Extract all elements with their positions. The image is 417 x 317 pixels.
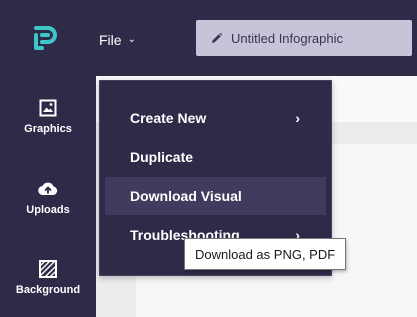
top-bar: File ⌄ Untitled Infographic — [0, 0, 417, 76]
file-menu-button[interactable]: File ⌄ — [99, 29, 136, 51]
sidebar-item-label: Graphics — [24, 122, 72, 135]
sidebar-item-background[interactable]: Background — [0, 247, 96, 307]
file-menu-label: File — [99, 32, 122, 48]
document-title-text: Untitled Infographic — [231, 30, 344, 46]
tooltip: Download as PNG, PDF — [184, 238, 347, 270]
menu-item-label: Duplicate — [130, 149, 194, 165]
sidebar-item-graphics[interactable]: Graphics — [0, 86, 96, 146]
sidebar-item-uploads[interactable]: Uploads — [0, 167, 96, 227]
document-title-field[interactable]: Untitled Infographic — [196, 20, 412, 56]
left-sidebar: Graphics Uploads Background — [0, 76, 96, 317]
sidebar-item-label: Uploads — [26, 203, 70, 216]
piktochart-logo-icon[interactable] — [33, 24, 59, 52]
cloud-upload-icon — [38, 179, 58, 199]
image-icon — [38, 98, 58, 118]
hatched-square-icon — [38, 259, 58, 279]
tooltip-text: Download as PNG, PDF — [195, 246, 336, 262]
sidebar-item-label: Background — [15, 283, 81, 296]
menu-item-label: Create New — [130, 110, 207, 126]
chevron-right-icon: › — [295, 110, 300, 126]
menu-item-download-visual[interactable]: Download Visual — [105, 177, 326, 215]
pencil-icon — [212, 32, 223, 43]
menu-item-duplicate[interactable]: Duplicate — [105, 138, 326, 176]
menu-item-create-new[interactable]: Create New › — [105, 99, 326, 137]
chevron-down-icon: ⌄ — [127, 34, 136, 45]
menu-item-label: Download Visual — [130, 188, 242, 204]
